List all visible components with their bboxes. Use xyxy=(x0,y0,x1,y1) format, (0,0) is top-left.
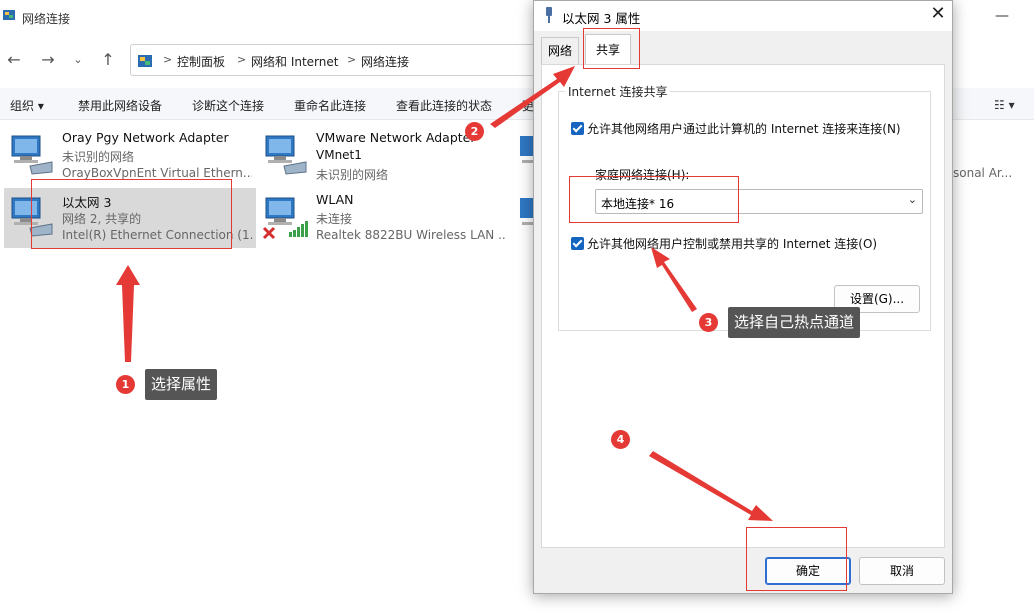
allow-control-label[interactable]: 允许其他网络用户控制或禁用共享的 Internet 连接(O) xyxy=(587,235,877,252)
breadcrumb-separator-icon: > xyxy=(237,53,247,66)
annotation-box-sharing-tab xyxy=(583,28,640,69)
disconnected-x-icon xyxy=(262,226,276,240)
network-connections-icon xyxy=(3,10,15,20)
adapter-partial-text: sonal Ar... xyxy=(953,166,1013,180)
adapter-name: WLAN xyxy=(316,192,354,207)
network-adapter-icon xyxy=(265,135,307,175)
breadcrumb-network-internet[interactable]: 网络和 Internet xyxy=(251,53,338,70)
group-title: Internet 连接共享 xyxy=(565,83,671,100)
allow-connect-label[interactable]: 允许其他网络用户通过此计算机的 Internet 连接来连接(N) xyxy=(587,120,901,137)
disable-device-button[interactable]: 禁用此网络设备 xyxy=(78,97,162,114)
step-3-badge: 3 xyxy=(699,313,718,332)
change-view-icon[interactable]: ☷ ▾ xyxy=(994,98,1015,112)
adapter-name: VMware Network Adapter xyxy=(316,130,476,145)
minimize-icon[interactable]: — xyxy=(990,6,1014,26)
back-arrow-icon[interactable]: ← xyxy=(4,50,24,70)
annotation-box-ok xyxy=(746,527,847,591)
step-2-badge: 2 xyxy=(465,122,484,141)
annotation-box-adapter xyxy=(31,179,232,249)
chevron-down-icon: ⌄ xyxy=(907,193,917,206)
adapter-oray[interactable]: Oray Pgy Network Adapter 未识别的网络 OrayBoxV… xyxy=(4,126,256,186)
forward-arrow-icon[interactable]: → xyxy=(38,50,58,70)
sharing-panel: Internet 连接共享 允许其他网络用户通过此计算机的 Internet 连… xyxy=(541,64,945,548)
recent-dropdown-icon[interactable]: ⌄ xyxy=(68,50,88,70)
adapter-device: OrayBoxVpnEnt Virtual Ethern... xyxy=(62,166,252,180)
adapter-vmware[interactable]: VMware Network Adapter VMnet1 未识别的网络 xyxy=(258,126,528,186)
annotation-box-home-select xyxy=(569,176,739,223)
adapter-status: 未识别的网络 xyxy=(62,150,135,164)
breadcrumb-separator-icon: > xyxy=(163,53,173,66)
step-1-label: 选择属性 xyxy=(145,369,218,400)
adapter-wlan[interactable]: WLAN 未连接 Realtek 8822BU Wireless LAN ... xyxy=(258,188,528,248)
step-4-badge: 4 xyxy=(611,430,630,449)
properties-dialog: 以太网 3 属性 ✕ 网络 共享 Internet 连接共享 允许其他网络用户通… xyxy=(533,0,953,594)
network-adapter-icon xyxy=(520,136,534,163)
step-3-label: 选择自己热点通道 xyxy=(728,307,861,338)
allow-connect-checkbox[interactable] xyxy=(571,122,584,135)
adapter-name-line2: VMnet1 xyxy=(316,148,362,162)
adapter-status: 未识别的网络 xyxy=(316,168,389,182)
diagnose-button[interactable]: 诊断这个连接 xyxy=(192,97,264,114)
wifi-signal-icon xyxy=(289,221,308,237)
breadcrumb-control-panel[interactable]: 控制面板 xyxy=(177,53,225,70)
step-1-badge: 1 xyxy=(116,375,135,394)
control-panel-icon xyxy=(138,55,152,67)
network-adapter-icon xyxy=(11,135,53,175)
adapter-device: Realtek 8822BU Wireless LAN ... xyxy=(316,228,506,242)
ethernet-plug-icon xyxy=(546,7,552,23)
address-bar[interactable]: > 控制面板 > 网络和 Internet > 网络连接 xyxy=(130,44,550,76)
breadcrumb-separator-icon: > xyxy=(347,53,357,66)
cancel-button[interactable]: 取消 xyxy=(859,557,945,585)
rename-button[interactable]: 重命名此连接 xyxy=(294,97,366,114)
allow-control-checkbox[interactable] xyxy=(571,237,584,250)
dialog-title: 以太网 3 属性 xyxy=(562,11,641,26)
breadcrumb-network-connections[interactable]: 网络连接 xyxy=(361,53,409,70)
organize-menu[interactable]: 组织 ▾ xyxy=(10,97,44,114)
tab-network[interactable]: 网络 xyxy=(541,37,579,65)
close-icon[interactable]: ✕ xyxy=(928,4,948,24)
view-status-button[interactable]: 查看此连接的状态 xyxy=(396,97,492,114)
explorer-title: 网络连接 xyxy=(22,12,71,26)
adapter-status: 未连接 xyxy=(316,212,353,226)
adapter-name: Oray Pgy Network Adapter xyxy=(62,130,229,145)
dialog-title-bar: 以太网 3 属性 ✕ xyxy=(534,1,952,31)
up-arrow-icon[interactable]: ↑ xyxy=(98,50,118,70)
